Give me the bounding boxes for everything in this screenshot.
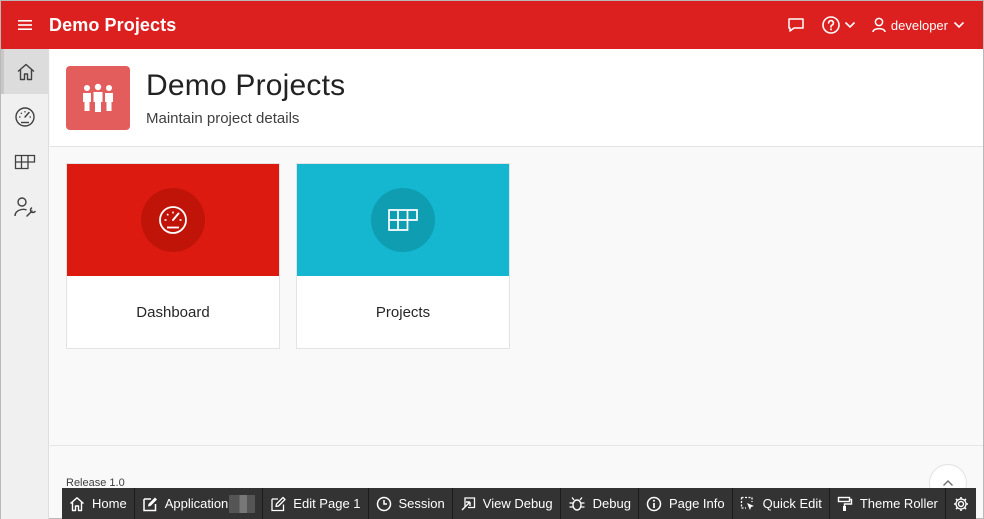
card-icon-circle xyxy=(141,188,205,252)
card-banner xyxy=(67,164,279,276)
card-label: Projects xyxy=(375,303,431,321)
help-icon xyxy=(822,16,840,34)
developer-toolbar: Home Application Edit Page 1 Session Vie… xyxy=(62,488,976,519)
people-icon xyxy=(83,83,113,112)
dashboard-gauge-icon xyxy=(14,106,35,127)
devbar-application-label: Application xyxy=(164,496,229,511)
devbar-home-button[interactable]: Home xyxy=(62,488,135,519)
hero-region: Demo Projects Maintain project details xyxy=(50,49,983,147)
user-icon xyxy=(872,17,886,33)
devbar-theme-roller-label: Theme Roller xyxy=(859,496,938,511)
grid-table-icon xyxy=(388,209,418,231)
page-subtitle: Maintain project details xyxy=(146,110,300,127)
card-icon-circle xyxy=(371,188,435,252)
devbar-session-button[interactable]: Session xyxy=(368,488,453,519)
devbar-view-debug-button[interactable]: View Debug xyxy=(452,488,561,519)
devbar-view-debug-label: View Debug xyxy=(482,496,553,511)
card-label: Dashboard xyxy=(136,303,210,321)
home-icon xyxy=(17,63,35,80)
home-icon xyxy=(70,496,84,511)
user-wrench-icon xyxy=(13,196,36,217)
devbar-settings-button[interactable] xyxy=(945,488,976,519)
application-id-redacted xyxy=(229,494,256,513)
nav-item-projects[interactable] xyxy=(1,139,48,184)
devbar-theme-roller-button[interactable]: Theme Roller xyxy=(829,488,946,519)
footer-divider xyxy=(50,445,983,446)
card-banner xyxy=(297,164,509,276)
help-button[interactable] xyxy=(813,1,864,49)
nav-item-dashboard[interactable] xyxy=(1,94,48,139)
clock-icon xyxy=(376,496,391,511)
devbar-debug-label: Debug xyxy=(592,496,631,511)
edit-icon xyxy=(142,497,157,511)
card-projects[interactable]: Projects xyxy=(296,163,510,349)
top-header: Demo Projects developer xyxy=(1,1,983,49)
devbar-quick-edit-label: Quick Edit xyxy=(762,496,822,511)
grid-table-icon xyxy=(14,154,35,169)
info-icon xyxy=(646,496,662,511)
view-debug-icon xyxy=(461,496,475,510)
menu-toggle-button[interactable] xyxy=(1,1,49,49)
nav-item-administration[interactable] xyxy=(1,184,48,229)
chevron-down-icon xyxy=(844,21,855,29)
paint-roller-icon xyxy=(837,496,853,511)
devbar-session-label: Session xyxy=(398,496,445,511)
devbar-home-label: Home xyxy=(92,496,127,511)
devbar-page-info-label: Page Info xyxy=(668,496,725,511)
chat-bubble-icon xyxy=(788,18,804,32)
devbar-edit-page-button[interactable]: Edit Page 1 xyxy=(263,488,369,519)
user-menu-button[interactable]: developer xyxy=(864,1,983,49)
user-name: developer xyxy=(890,17,948,33)
feedback-button[interactable] xyxy=(779,1,813,49)
app-title[interactable]: Demo Projects xyxy=(49,15,176,36)
gear-icon xyxy=(953,496,968,511)
bug-icon xyxy=(569,496,585,511)
nav-item-home[interactable] xyxy=(1,49,48,94)
devbar-edit-page-label: Edit Page 1 xyxy=(293,496,361,511)
quick-edit-icon xyxy=(740,496,754,510)
page-title: Demo Projects xyxy=(146,69,346,102)
hero-icon-badge xyxy=(66,66,130,130)
devbar-debug-button[interactable]: Debug xyxy=(560,488,639,519)
hamburger-icon xyxy=(18,20,32,30)
chevron-down-icon xyxy=(953,21,965,29)
chevron-up-icon xyxy=(943,480,953,486)
side-navigation xyxy=(1,49,49,519)
card-dashboard[interactable]: Dashboard xyxy=(66,163,280,349)
devbar-quick-edit-button[interactable]: Quick Edit xyxy=(732,488,830,519)
devbar-page-info-button[interactable]: Page Info xyxy=(638,488,733,519)
devbar-application-button[interactable]: Application xyxy=(134,488,264,519)
edit-page-icon xyxy=(271,496,286,511)
dashboard-gauge-icon xyxy=(159,206,187,234)
